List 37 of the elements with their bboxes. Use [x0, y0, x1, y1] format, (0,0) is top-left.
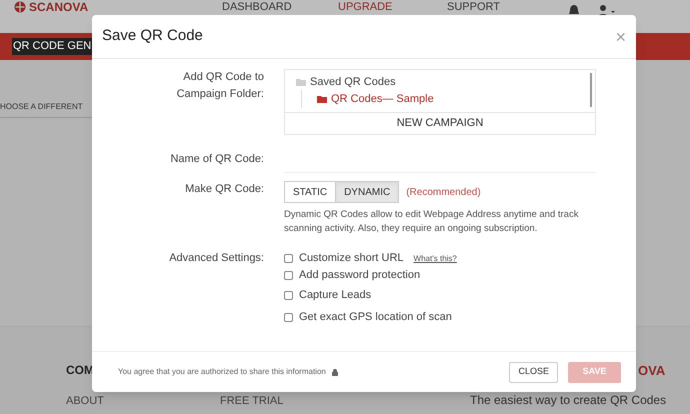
checkbox[interactable]: [284, 254, 293, 263]
dialog-title: Save QR Code: [102, 26, 203, 46]
field-label: Add QR Code to Campaign Folder:: [176, 70, 264, 102]
choose-text: HOOSE A DIFFERENT: [0, 100, 83, 112]
agreement-note: You agree that you are authorized to share this information: [118, 366, 326, 378]
tree-item[interactable]: QR Codes— Sample: [331, 90, 434, 108]
lock-icon: [332, 368, 338, 376]
setting-label: Add password protection: [299, 268, 420, 284]
new-campaign-button[interactable]: NEW CAMPAIGN: [285, 112, 595, 134]
scrollbar: [590, 73, 592, 107]
setting-label: Get exact GPS location of scan: [299, 310, 452, 325]
close-button[interactable]: CLOSE: [509, 362, 558, 382]
setting-label: Capture Leads: [299, 288, 372, 303]
recommended-note: (Recommended): [406, 186, 481, 200]
footer-tagline: The easiest way to create QR Codes: [470, 392, 666, 409]
setting-label: Customize short URL: [299, 251, 404, 266]
checkbox[interactable]: [284, 271, 293, 280]
type-toggle[interactable]: DYNAMIC: [335, 181, 400, 203]
field-label: Make QR Code:: [184, 182, 264, 197]
footer-brand: OVA: [638, 362, 666, 380]
whats-this-link[interactable]: What's this?: [414, 252, 457, 264]
folder-icon: [296, 78, 306, 86]
nav-link[interactable]: UPGRADE: [338, 1, 392, 13]
banner-text: QR CODE GEN: [12, 38, 92, 55]
checkbox[interactable]: [284, 290, 293, 300]
nav-link[interactable]: SUPPORT: [447, 1, 500, 13]
field-label: Advanced Settings:: [168, 251, 264, 266]
logo-text: SCANOVA: [29, 0, 88, 14]
folder-icon: [317, 95, 327, 103]
checkbox[interactable]: [284, 312, 293, 322]
tree-item[interactable]: Saved QR Codes: [310, 74, 396, 90]
nav-link[interactable]: DASHBOARD: [222, 1, 292, 13]
description-text: Dynamic QR Codes allow to edit Webpage Address anytime and track scanning activity. Also, they require an ongoing subscription.: [284, 208, 580, 236]
footer-link[interactable]: FREE TRIAL: [220, 393, 284, 410]
footer-link[interactable]: ABOUT: [66, 393, 104, 410]
type-toggle[interactable]: STATIC: [284, 181, 336, 203]
field-label: Name of QR Code:: [169, 152, 264, 167]
